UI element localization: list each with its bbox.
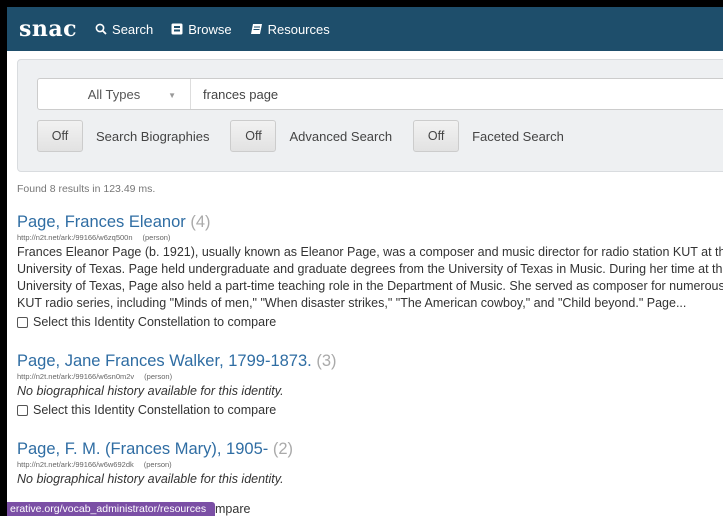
result-ark: http://n2t.net/ark:/99166/w6sn0m2v [17,372,135,381]
compare-option: Select this Identity Constellation to co… [17,402,723,419]
entity-type-value: All Types [87,86,141,102]
compare-label-partial: mpare [215,502,251,516]
nav-browse-label: Browse [188,21,232,37]
search-options: Off Search Biographies Off Advanced Sear… [37,120,585,152]
search-biographies-switch[interactable]: Off [37,120,83,152]
search-biographies-label: Search Biographies [96,128,210,144]
compare-checkbox[interactable] [17,317,28,328]
navbar: snac Search Browse Resources [7,7,723,51]
faceted-search-label: Faceted Search [472,128,564,144]
search-bar: All Types ▼ frances page [37,78,723,110]
result-title-link[interactable]: Page, Jane Frances Walker, 1799-1873. (3… [17,351,723,371]
result-bio: Frances Eleanor Page (b. 1921), usually … [17,245,723,310]
result-item: Page, Jane Frances Walker, 1799-1873. (3… [17,351,723,419]
nav-resources-label: Resources [267,21,330,37]
results-list: Found 8 results in 123.49 ms. Page, Fran… [17,183,723,488]
compare-checkbox[interactable] [17,405,28,416]
result-no-bio: No biographical history available for th… [17,384,284,398]
result-entity-type: (person) [144,372,173,381]
result-item: Page, F. M. (Frances Mary), 1905- (2) ht… [17,439,723,488]
snac-logo[interactable]: snac [19,16,77,42]
result-ark: http://n2t.net/ark:/99166/w6w692dk [17,460,134,469]
result-meta: http://n2t.net/ark:/99166/w6w692dk (perso… [17,460,723,469]
caret-down-icon: ▼ [168,91,176,100]
advanced-search-label: Advanced Search [289,128,393,144]
result-title-link[interactable]: Page, F. M. (Frances Mary), 1905- (2) [17,439,723,459]
advanced-search-switch[interactable]: Off [230,120,277,152]
result-meta: http://n2t.net/ark:/99166/w6zq500n (perso… [17,233,723,242]
compare-label: Select this Identity Constellation to co… [33,315,277,329]
result-entity-type: (person) [143,460,172,469]
toggle-advanced-search: Off Advanced Search [230,120,413,152]
result-count: (3) [316,352,337,370]
nav-search-label: Search [112,21,154,37]
status-bar-url: erative.org/vocab_administrator/resource… [7,502,215,516]
search-icon [95,23,107,35]
result-ark: http://n2t.net/ark:/99166/w6zq500n [17,233,133,242]
result-title: Page, Jane Frances Walker, 1799-1873. [17,352,312,370]
toggle-search-biographies: Off Search Biographies [37,120,230,152]
result-entity-type: (person) [142,233,171,242]
result-no-bio: No biographical history available for th… [17,472,284,486]
browse-icon [171,23,183,35]
results-summary: Found 8 results in 123.49 ms. [17,183,156,195]
entity-type-select[interactable]: All Types ▼ [38,79,191,109]
toggle-faceted-search: Off Faceted Search [413,120,585,152]
result-title-link[interactable]: Page, Frances Eleanor (4) [17,212,723,232]
search-input[interactable]: frances page [191,87,278,102]
result-title: Page, F. M. (Frances Mary), 1905- [17,440,269,458]
compare-label: Select this Identity Constellation to co… [33,403,277,417]
nav-search[interactable]: Search [95,22,153,37]
compare-option: Select this Identity Constellation to co… [17,314,723,331]
result-title: Page, Frances Eleanor [17,213,186,231]
result-meta: http://n2t.net/ark:/99166/w6sn0m2v (perso… [17,372,723,381]
faceted-search-switch[interactable]: Off [413,120,460,152]
result-item: Page, Frances Eleanor (4) http://n2t.net… [17,212,723,331]
result-count: (4) [190,213,211,231]
browser-viewport: snac Search Browse Resources All Types ▼… [7,7,723,516]
nav-resources[interactable]: Resources [250,22,330,37]
search-panel: All Types ▼ frances page Off Search Biog… [17,59,723,172]
result-count: (2) [272,440,294,458]
nav-browse[interactable]: Browse [171,21,232,37]
book-icon [250,24,262,34]
